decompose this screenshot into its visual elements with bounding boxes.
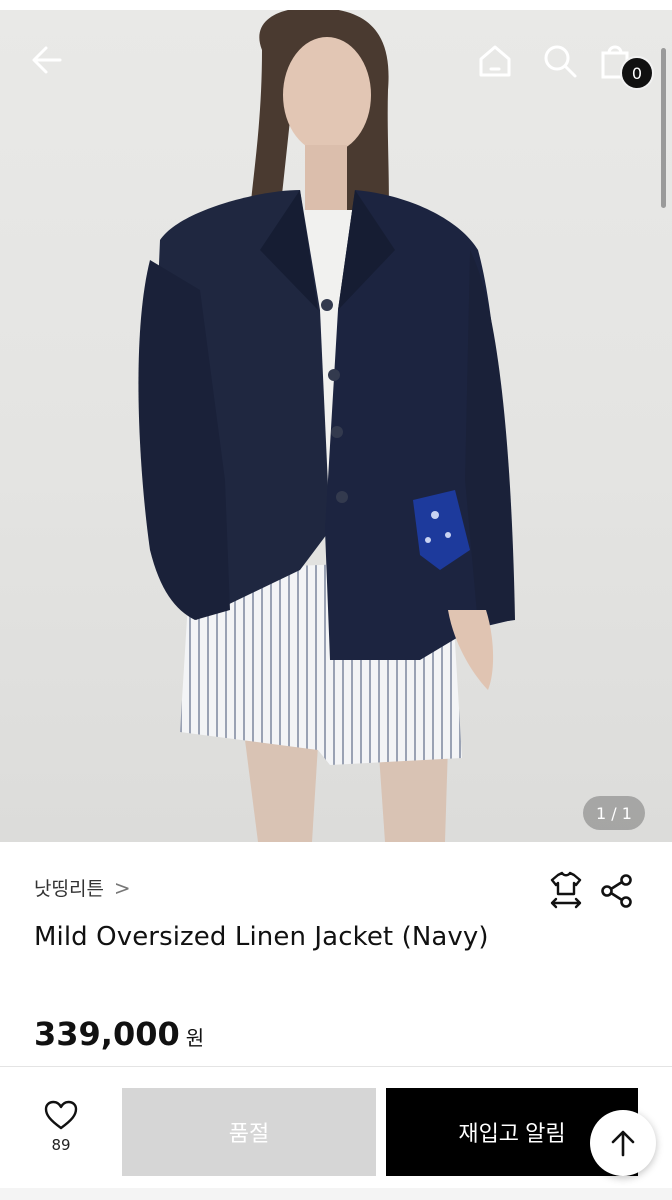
like-count: 89 <box>51 1136 71 1154</box>
product-image[interactable]: 0 1 / 1 <box>0 10 672 842</box>
search-icon[interactable] <box>542 43 582 83</box>
brand-link[interactable]: 낫띵리튼 > <box>34 874 131 901</box>
divider <box>0 1066 672 1067</box>
scroll-to-top-button[interactable] <box>590 1110 656 1176</box>
like-button[interactable]: 89 <box>36 1100 86 1166</box>
heart-icon <box>44 1100 78 1130</box>
bottom-strip <box>0 1188 672 1200</box>
arrow-up-icon <box>611 1130 635 1157</box>
scroll-indicator <box>661 48 666 208</box>
status-strip <box>0 0 672 10</box>
share-icon[interactable] <box>598 872 636 910</box>
image-pager: 1 / 1 <box>583 796 645 830</box>
product-title: Mild Oversized Linen Jacket (Navy) <box>34 922 489 952</box>
price-value: 339,000 <box>34 1015 180 1053</box>
size-guide-icon[interactable] <box>546 870 586 910</box>
price: 339,000 원 <box>34 1015 204 1053</box>
back-arrow-icon[interactable] <box>30 43 70 83</box>
price-currency: 원 <box>185 1026 205 1050</box>
soldout-button[interactable]: 품절 <box>122 1088 376 1176</box>
home-icon[interactable] <box>477 43 517 83</box>
cart-count-badge[interactable]: 0 <box>620 56 654 90</box>
chevron-right-icon: > <box>113 875 131 900</box>
brand-name: 낫띵리튼 <box>34 878 104 900</box>
model-photo <box>138 10 515 842</box>
